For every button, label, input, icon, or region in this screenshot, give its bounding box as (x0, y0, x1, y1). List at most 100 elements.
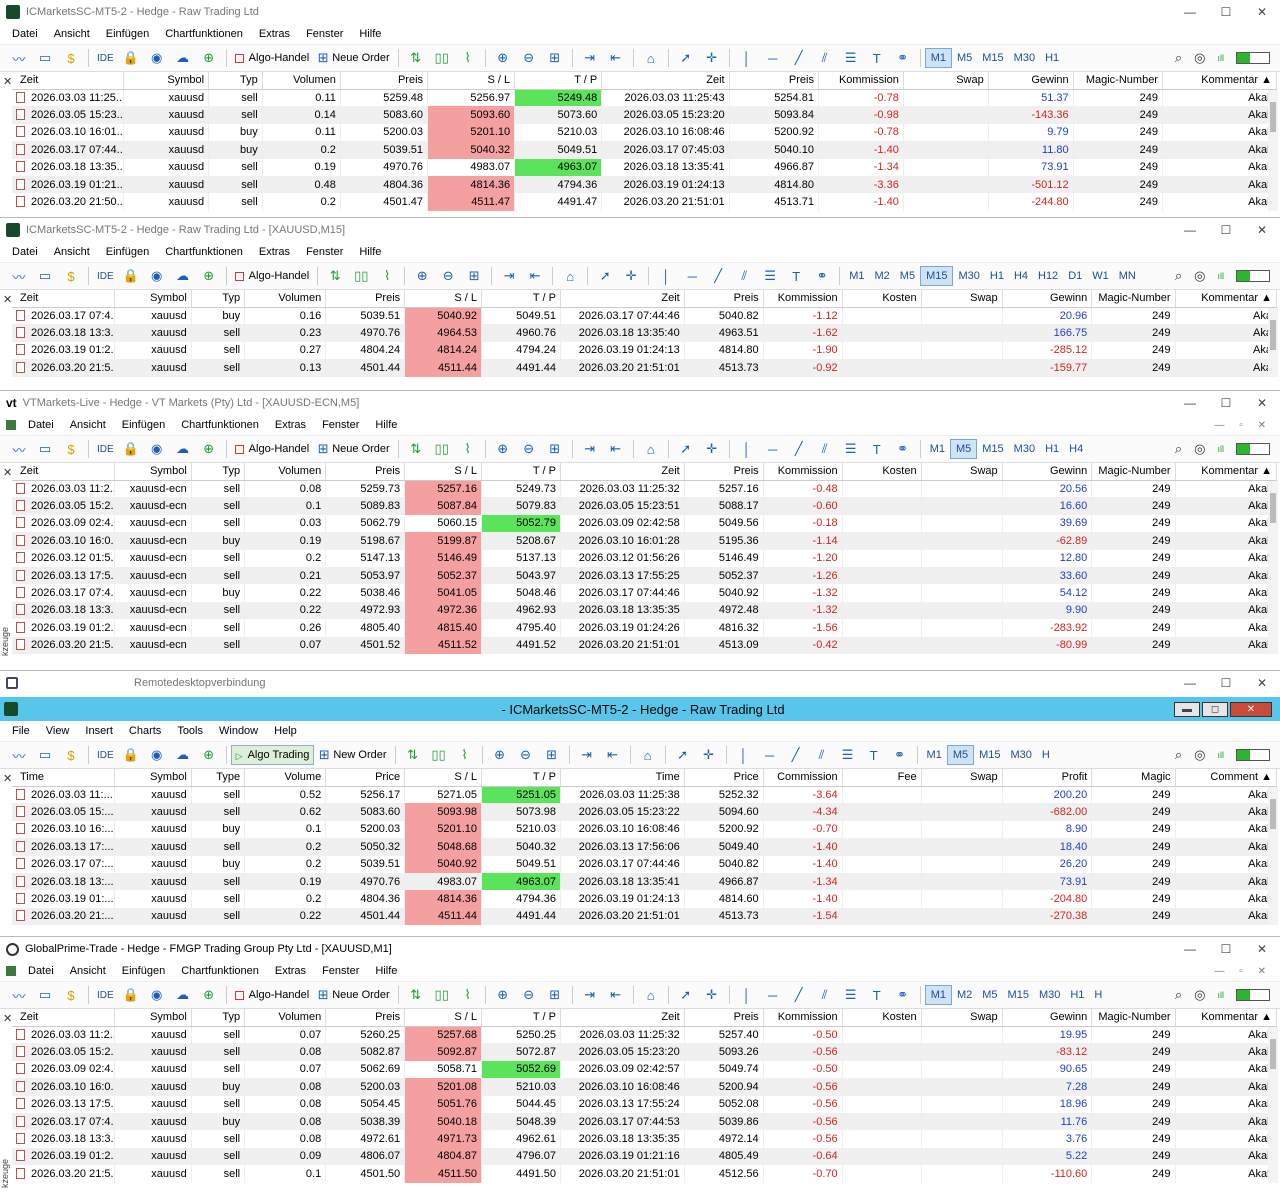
column-header-12[interactable]: Gewinn (1002, 290, 1093, 308)
timeframe-m30[interactable]: M30 (1009, 52, 1040, 64)
column-header-2[interactable]: Typ (191, 290, 246, 308)
vertical-line-icon[interactable]: │ (656, 267, 676, 285)
zoom-in-icon[interactable]: ⊕ (490, 746, 510, 764)
text-icon[interactable]: T (864, 746, 884, 764)
menu-item-4[interactable]: Extras (275, 965, 306, 977)
grid-icon[interactable]: ⊞ (545, 49, 565, 67)
minimize-icon[interactable]: — (1172, 5, 1208, 19)
timeframe-m5[interactable]: M5 (977, 989, 1002, 1001)
maximize-icon[interactable]: ☐ (1208, 942, 1244, 956)
column-header-3[interactable]: Volumen (244, 463, 327, 481)
menu-item-5[interactable]: Fenster (322, 965, 359, 977)
menu-item-3[interactable]: Chartfunktionen (181, 419, 259, 431)
title-bar[interactable]: ICMarketsSC-MT5-2 - Hedge - Raw Trading … (0, 218, 1280, 242)
title-bar[interactable]: vt VTMarkets-Live - Hedge - VT Markets (… (0, 391, 1280, 415)
column-header-14[interactable]: Kommentar ▲ (1175, 463, 1278, 481)
ide-button[interactable]: IDE (93, 990, 118, 1001)
timeframe-m1[interactable]: M1 (924, 985, 952, 1005)
maximize-icon[interactable]: ☐ (1208, 5, 1244, 19)
menu-item-2[interactable]: Insert (85, 725, 113, 737)
dollar-icon[interactable]: $ (61, 440, 81, 458)
timeframe-m1[interactable]: M1 (924, 48, 952, 68)
table-row[interactable]: 2026.03.18 13:3... xauusd sell 0.23 4970.76 4… (12, 324, 1278, 342)
column-header-7[interactable]: Time (560, 769, 685, 787)
table-row[interactable]: 2026.03.13 17:... xauusd sell 0.2 5050.32 504… (12, 838, 1278, 856)
timeframe-m1[interactable]: M1 (925, 443, 950, 455)
crosshair-icon[interactable]: ✛ (621, 267, 641, 285)
column-header-14[interactable]: Kommentar ▲ (1175, 1009, 1278, 1027)
maximize-icon[interactable]: ☐ (1208, 676, 1244, 690)
column-header-2[interactable]: Typ (191, 463, 246, 481)
horizontal-line-icon[interactable]: ─ (763, 49, 783, 67)
menu-item-1[interactable]: Ansicht (70, 965, 106, 977)
table-row[interactable]: 2026.03.19 01:2... xauusd sell 0.27 4804.24 4… (12, 341, 1278, 360)
column-header-1[interactable]: Symbol (114, 290, 192, 308)
column-header-11[interactable]: Swap (921, 769, 1003, 787)
table-row[interactable]: 2026.03.18 13:3... xauusd sell 0.08 4972.61 4… (12, 1130, 1278, 1148)
screenshot-icon[interactable]: ⌂ (638, 746, 658, 764)
horizontal-line-icon[interactable]: ─ (763, 440, 783, 458)
column-header-5[interactable]: S / L (404, 769, 482, 787)
menu-item-0[interactable]: Datei (12, 28, 38, 40)
market-icon[interactable]: ⊕ (199, 986, 219, 1004)
minimize-icon[interactable]: — (1172, 223, 1208, 237)
vertical-line-icon[interactable]: │ (734, 746, 754, 764)
vertical-line-icon[interactable]: │ (737, 440, 757, 458)
screenshot-icon[interactable]: ⌂ (560, 267, 580, 285)
table-row[interactable]: 2026.03.18 13:... xauusd sell 0.19 4970.76 49… (12, 872, 1278, 891)
trade-arrows-icon[interactable]: ⇅ (325, 267, 345, 285)
vertical-scrollbar[interactable] (1268, 787, 1278, 926)
menu-item-3[interactable]: Chartfunktionen (165, 28, 243, 40)
dollar-icon[interactable]: $ (61, 746, 81, 764)
fibo-icon[interactable]: ☰ (838, 746, 858, 764)
table-row[interactable]: 2026.03.17 07:44... xauusd buy 0.2 5039.51 50… (12, 141, 1278, 159)
timeframe-w1[interactable]: W1 (1087, 270, 1114, 282)
autoscroll-icon[interactable]: ⇤ (603, 746, 623, 764)
child-window-icon[interactable] (6, 420, 16, 430)
text-icon[interactable]: T (867, 49, 887, 67)
timeframe-m30[interactable]: M30 (1006, 749, 1037, 761)
market-icon[interactable]: ⊕ (199, 49, 219, 67)
menu-item-4[interactable]: Extras (259, 28, 290, 40)
menu-item-3[interactable]: Chartfunktionen (165, 246, 243, 258)
column-header-7[interactable]: Zeit (601, 72, 730, 90)
cloud-icon[interactable]: ☁ (173, 746, 193, 764)
trade-arrows-icon[interactable]: ⇅ (406, 986, 426, 1004)
fibo-icon[interactable]: ☰ (841, 440, 861, 458)
menu-item-1[interactable]: Ansicht (54, 28, 90, 40)
grid-icon[interactable]: ⊞ (545, 986, 565, 1004)
table-row[interactable]: 2026.03.10 16:0... xauusd buy 0.08 5200.03 52… (12, 1078, 1278, 1096)
mdi-controls[interactable]: — ▫ ✕ (1215, 966, 1272, 977)
column-header-7[interactable]: Zeit (560, 1009, 685, 1027)
panel-close-icon[interactable]: ✕ (3, 293, 12, 306)
vertical-scrollbar[interactable] (1268, 481, 1278, 654)
channel-icon[interactable]: ⫽ (734, 267, 754, 285)
column-header-0[interactable]: Zeit (12, 72, 125, 90)
table-row[interactable]: 2026.03.09 02:4... xauusd sell 0.07 5062.69 5… (12, 1060, 1278, 1079)
signal-icon[interactable]: ◉ (147, 746, 167, 764)
menu-item-3[interactable]: Chartfunktionen (181, 965, 259, 977)
new-order-button[interactable]: ⊞ Neue Order (313, 986, 393, 1004)
zoom-out-icon[interactable]: ⊖ (516, 746, 536, 764)
trade-arrows-icon[interactable]: ⇅ (403, 746, 423, 764)
table-row[interactable]: 2026.03.17 07:... xauusd buy 0.2 5039.51 5040… (12, 855, 1278, 873)
maximize-icon[interactable]: ◻ (1202, 701, 1228, 717)
trade-arrows-icon[interactable]: ⇅ (406, 440, 426, 458)
cursor-icon[interactable]: ➚ (676, 49, 696, 67)
column-header-8[interactable]: Preis (684, 463, 764, 481)
column-header-14[interactable]: Comment ▲ (1175, 769, 1278, 787)
menu-item-6[interactable]: Hilfe (359, 246, 381, 258)
shapes-icon[interactable]: ⚭ (812, 267, 832, 285)
column-header-6[interactable]: T / P (481, 290, 561, 308)
wave-icon[interactable]: ⌇ (377, 267, 397, 285)
column-header-7[interactable]: Zeit (560, 290, 685, 308)
search-icon[interactable]: ⌕ (1175, 268, 1182, 284)
wave-icon[interactable]: ⌇ (458, 986, 478, 1004)
close-icon[interactable]: ✕ (1244, 396, 1280, 410)
timeframe-m30[interactable]: M30 (1034, 989, 1065, 1001)
algo-trading-button[interactable]: Algo-Handel (231, 443, 314, 455)
lock-icon[interactable]: 🔒 (121, 746, 141, 764)
table-row[interactable]: 2026.03.12 01:5... xauusd-ecn sell 0.2 5147.… (12, 549, 1278, 567)
table-row[interactable]: 2026.03.05 15:2... xauusd-ecn sell 0.1 5089.… (12, 497, 1278, 515)
wave-icon[interactable]: ⌇ (458, 49, 478, 67)
